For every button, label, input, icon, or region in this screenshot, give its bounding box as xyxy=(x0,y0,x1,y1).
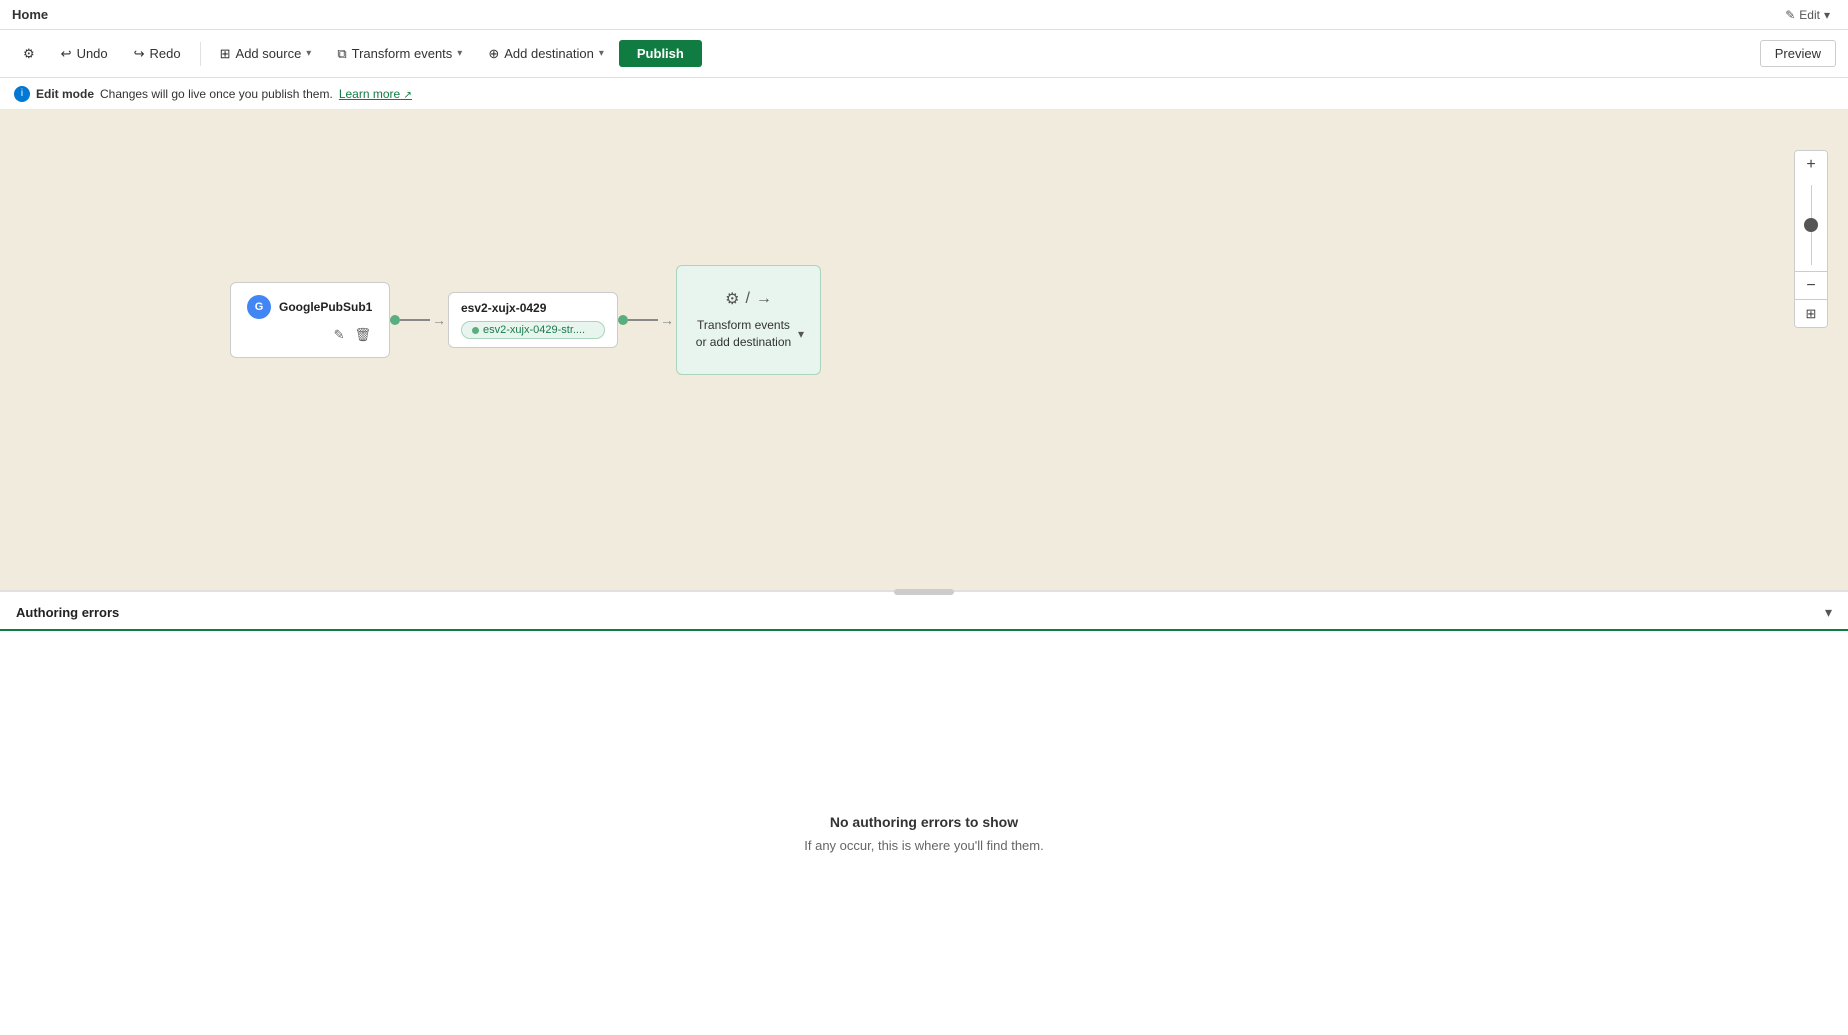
preview-button[interactable]: Preview xyxy=(1760,40,1836,67)
transform-gear-icon: ⚙ xyxy=(725,289,739,309)
toolbar-divider-1 xyxy=(200,42,201,66)
transform-node-icons: ⚙ / → xyxy=(725,289,772,309)
redo-button[interactable]: ↪ Redo xyxy=(123,40,192,68)
connector-line-1 xyxy=(400,319,430,321)
zoom-thumb xyxy=(1804,218,1818,232)
settings-icon: ⚙ xyxy=(23,46,35,62)
no-errors-text: No authoring errors to show xyxy=(830,814,1018,830)
zoom-controls: + − ⊞ xyxy=(1794,150,1828,328)
edit-mode-label: Edit mode xyxy=(36,87,94,101)
zoom-slider-container xyxy=(1795,179,1827,271)
resize-handle[interactable] xyxy=(894,589,954,595)
bottom-panel-header: Authoring errors ▾ xyxy=(0,592,1848,631)
zoom-slider-track xyxy=(1811,185,1812,265)
transform-events-button[interactable]: ⧉ Transform events ▾ xyxy=(326,40,473,68)
transform-node[interactable]: ⚙ / → Transform events or add destinatio… xyxy=(676,265,821,375)
source-edit-button[interactable]: ✎ xyxy=(332,325,347,345)
bottom-panel-content: No authoring errors to show If any occur… xyxy=(0,631,1848,1035)
add-destination-label: Add destination xyxy=(504,46,594,61)
transform-node-label: Transform events or add destination xyxy=(693,317,794,351)
undo-label: Undo xyxy=(77,46,108,61)
stream-chip: esv2-xujx-0429-str.... xyxy=(461,321,605,339)
edit-pencil-icon: ✎ xyxy=(1785,8,1795,22)
undo-icon: ↩ xyxy=(61,46,72,62)
transform-events-chevron-icon: ▾ xyxy=(457,48,462,59)
source-node-header: G GooglePubSub1 xyxy=(247,295,373,319)
settings-button[interactable]: ⚙ xyxy=(12,40,46,68)
main-area: G GooglePubSub1 ✎ 🗑 → esv2-xujx-0429 xyxy=(0,110,1848,1035)
title-bar-actions: ✎ Edit ▾ xyxy=(1779,6,1836,24)
connector-arrow-1: → xyxy=(432,312,446,328)
title-bar: Home ✎ Edit ▾ xyxy=(0,0,1848,30)
info-icon: i xyxy=(14,86,30,102)
source-delete-button[interactable]: 🗑 xyxy=(352,325,373,345)
transform-separator: / xyxy=(745,290,749,308)
edit-banner: i Edit mode Changes will go live once yo… xyxy=(0,78,1848,110)
fit-icon: ⊞ xyxy=(1806,306,1817,322)
connector-2: → xyxy=(618,312,676,328)
transform-export-icon: → xyxy=(756,290,772,308)
learn-more-text: Learn more xyxy=(339,87,400,101)
no-errors-subtext: If any occur, this is where you'll find … xyxy=(804,838,1043,853)
edit-chevron-icon: ▾ xyxy=(1824,8,1830,22)
fit-button[interactable]: ⊞ xyxy=(1795,299,1827,327)
connector-dot-1 xyxy=(390,315,400,325)
add-source-icon: ⊞ xyxy=(220,46,231,62)
stream-chip-text: esv2-xujx-0429-str.... xyxy=(483,324,585,336)
google-pubsub-icon: G xyxy=(247,295,271,319)
transform-chevron-icon: ▾ xyxy=(798,327,804,341)
zoom-out-button[interactable]: − xyxy=(1795,271,1827,299)
transform-events-label: Transform events xyxy=(352,46,453,61)
add-source-label: Add source xyxy=(236,46,302,61)
source-node-title: GooglePubSub1 xyxy=(279,300,372,314)
add-source-button[interactable]: ⊞ Add source ▾ xyxy=(209,40,323,68)
add-destination-button[interactable]: ⊕ Add destination ▾ xyxy=(477,40,615,68)
add-source-chevron-icon: ▾ xyxy=(306,48,311,59)
learn-more-link[interactable]: Learn more ↗ xyxy=(339,87,412,101)
source-node-actions: ✎ 🗑 xyxy=(247,325,373,345)
bottom-panel-title: Authoring errors xyxy=(16,605,119,620)
connector-dot-2 xyxy=(618,315,628,325)
add-destination-icon: ⊕ xyxy=(488,46,499,62)
redo-label: Redo xyxy=(150,46,181,61)
toolbar: ⚙ ↩ Undo ↪ Redo ⊞ Add source ▾ ⧉ Transfo… xyxy=(0,30,1848,78)
stream-node[interactable]: esv2-xujx-0429 esv2-xujx-0429-str.... xyxy=(448,292,618,348)
add-destination-chevron-icon: ▾ xyxy=(599,48,604,59)
undo-button[interactable]: ↩ Undo xyxy=(50,40,119,68)
redo-icon: ↪ xyxy=(134,46,145,62)
source-node[interactable]: G GooglePubSub1 ✎ 🗑 xyxy=(230,282,390,358)
panel-collapse-button[interactable]: ▾ xyxy=(1825,604,1832,621)
edit-label: Edit xyxy=(1799,8,1820,22)
edit-button[interactable]: ✎ Edit ▾ xyxy=(1779,6,1836,24)
external-link-icon: ↗ xyxy=(404,90,412,101)
page-title: Home xyxy=(12,7,48,22)
connector-line-2 xyxy=(628,319,658,321)
transform-label-row: Transform events or add destination ▾ xyxy=(693,317,804,351)
stream-node-title: esv2-xujx-0429 xyxy=(461,301,605,315)
stream-chip-dot xyxy=(472,327,479,334)
trash-icon: 🗑 xyxy=(354,327,371,342)
canvas: G GooglePubSub1 ✎ 🗑 → esv2-xujx-0429 xyxy=(0,110,1848,590)
bottom-panel: Authoring errors ▾ No authoring errors t… xyxy=(0,590,1848,1035)
transform-events-icon: ⧉ xyxy=(337,46,346,62)
connector-arrow-2: → xyxy=(660,312,674,328)
flow-container: G GooglePubSub1 ✎ 🗑 → esv2-xujx-0429 xyxy=(230,265,821,375)
publish-button[interactable]: Publish xyxy=(619,40,702,67)
edit-mode-message: Changes will go live once you publish th… xyxy=(100,87,333,101)
zoom-in-button[interactable]: + xyxy=(1795,151,1827,179)
connector-1: → xyxy=(390,312,448,328)
